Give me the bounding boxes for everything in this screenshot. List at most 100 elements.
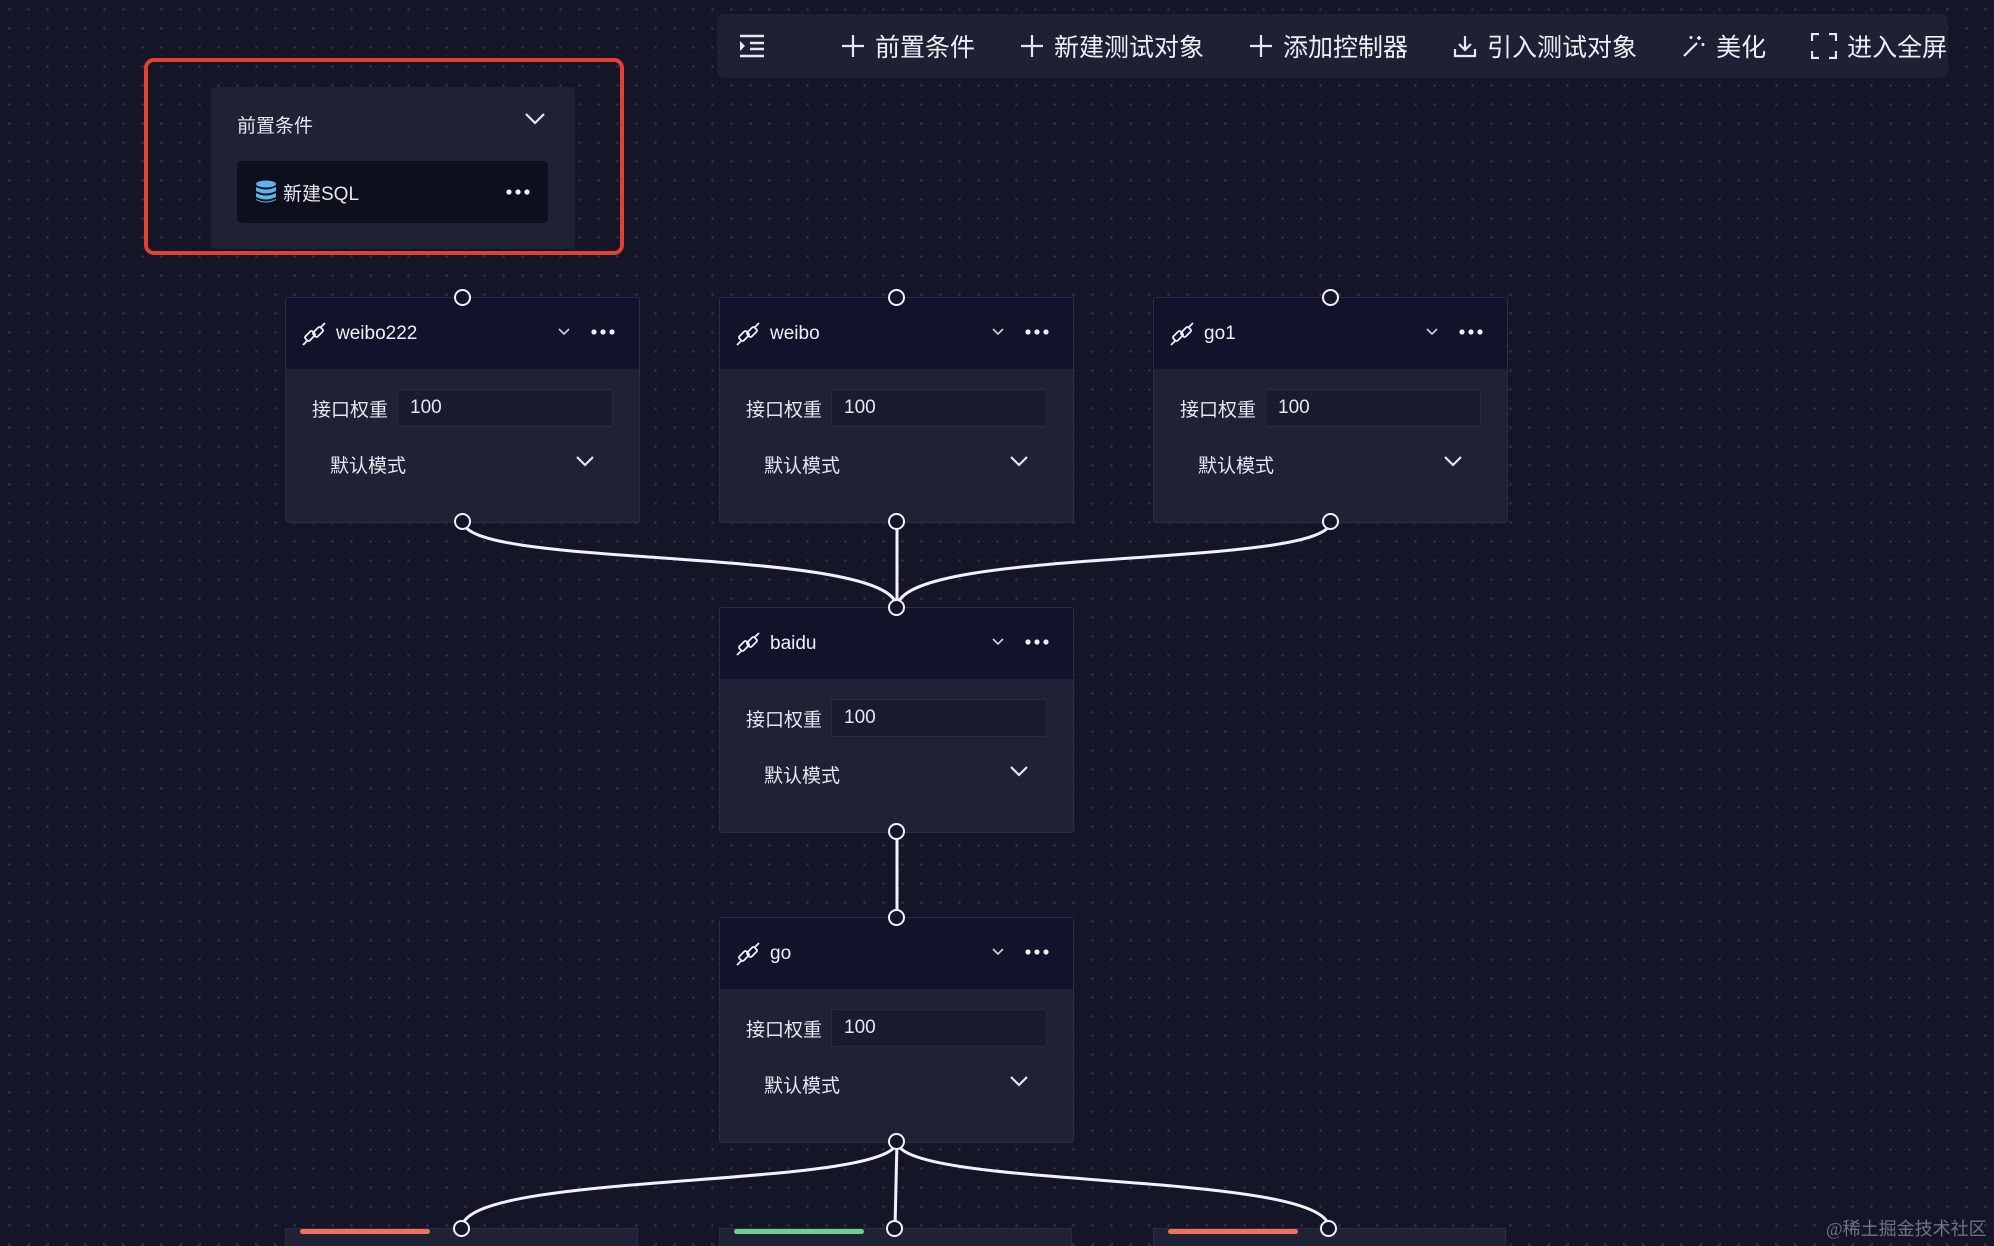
output-port[interactable] (1322, 513, 1339, 530)
more-icon[interactable] (1459, 325, 1483, 339)
output-port[interactable] (888, 513, 905, 530)
chevron-down-icon (1010, 766, 1028, 777)
fullscreen-icon (1811, 33, 1838, 59)
input-port[interactable] (454, 289, 471, 306)
mode-value: 默认模式 (1198, 455, 1275, 477)
fullscreen-label: 进入全屏 (1847, 34, 1948, 62)
flow-canvas[interactable]: 前置条件 新建测试对象 添加控制器 引入测试对象 美化 进入全屏 前置条件 新建… (0, 0, 1994, 1246)
new-test-object-button[interactable]: 新建测试对象 (1020, 26, 1204, 66)
node-header: go1 (1154, 298, 1507, 369)
weight-label: 接口权重 (746, 1020, 823, 1041)
node-go1[interactable]: go1 接口权重 默认模式 (1153, 297, 1508, 523)
plus-icon (1250, 35, 1273, 57)
mode-select[interactable]: 默认模式 (1180, 441, 1481, 487)
database-icon (256, 180, 276, 203)
output-port[interactable] (888, 1133, 905, 1150)
more-icon[interactable] (1025, 945, 1049, 959)
output-port[interactable] (454, 513, 471, 530)
mode-select[interactable]: 默认模式 (746, 441, 1047, 487)
weight-label: 接口权重 (1180, 400, 1257, 421)
node-name: weibo (770, 322, 820, 344)
node-weibo[interactable]: weibo 接口权重 默认模式 (719, 297, 1074, 523)
edge-go-child-left (460, 1140, 899, 1229)
node-name: weibo222 (336, 322, 418, 344)
output-port[interactable] (888, 823, 905, 840)
import-test-object-button[interactable]: 引入测试对象 (1453, 26, 1637, 66)
chevron-down-icon[interactable] (524, 112, 546, 126)
input-port[interactable] (1320, 1220, 1337, 1237)
mode-value: 默认模式 (764, 1075, 841, 1097)
mode-value: 默认模式 (764, 455, 841, 477)
plus-icon (1021, 35, 1044, 57)
node-type-bar (1168, 1229, 1298, 1234)
chevron-down-icon[interactable] (991, 947, 1005, 957)
input-port[interactable] (888, 909, 905, 926)
weight-label: 接口权重 (746, 710, 823, 731)
chevron-down-icon[interactable] (991, 637, 1005, 647)
link-icon (736, 941, 760, 966)
precondition-title: 前置条件 (237, 116, 314, 137)
toolbar: 前置条件 新建测试对象 添加控制器 引入测试对象 美化 进入全屏 (717, 14, 1948, 78)
node-go[interactable]: go 接口权重 默认模式 (719, 917, 1074, 1143)
weight-input[interactable] (831, 1009, 1047, 1047)
weight-label: 接口权重 (746, 400, 823, 421)
node-name: go1 (1204, 322, 1236, 344)
input-port[interactable] (888, 599, 905, 616)
link-icon (736, 321, 760, 346)
mode-value: 默认模式 (330, 455, 407, 477)
add-precondition-label: 前置条件 (875, 34, 976, 62)
mode-value: 默认模式 (764, 765, 841, 787)
chevron-down-icon[interactable] (991, 327, 1005, 337)
node-header: weibo (720, 298, 1073, 369)
node-baidu[interactable]: baidu 接口权重 默认模式 (719, 607, 1074, 833)
mode-select[interactable]: 默认模式 (746, 1061, 1047, 1107)
new-test-object-label: 新建测试对象 (1054, 34, 1205, 62)
mode-select[interactable]: 默认模式 (312, 441, 613, 487)
new-sql-item[interactable]: 新建SQL (237, 161, 548, 223)
precondition-panel: 前置条件 新建SQL (211, 87, 575, 249)
add-controller-button[interactable]: 添加控制器 (1249, 26, 1408, 66)
chevron-down-icon (576, 456, 594, 467)
fullscreen-button[interactable]: 进入全屏 (1811, 26, 1947, 66)
more-icon[interactable] (1025, 635, 1049, 649)
edge-go-child-right (895, 1140, 1331, 1229)
weight-input[interactable] (397, 389, 613, 427)
mode-select[interactable]: 默认模式 (746, 751, 1047, 797)
new-sql-label: 新建SQL (283, 183, 360, 205)
weight-input[interactable] (1265, 389, 1481, 427)
more-icon[interactable] (1025, 325, 1049, 339)
menu-toggle-button[interactable] (739, 26, 789, 66)
input-port[interactable] (453, 1220, 470, 1237)
weight-input[interactable] (831, 389, 1047, 427)
input-port[interactable] (888, 289, 905, 306)
plus-icon (842, 35, 864, 57)
node-header: weibo222 (286, 298, 639, 369)
beautify-label: 美化 (1716, 34, 1767, 62)
chevron-down-icon[interactable] (1425, 327, 1439, 337)
weight-input[interactable] (831, 699, 1047, 737)
edge-go-child-middle (893, 1140, 899, 1229)
chevron-down-icon[interactable] (557, 327, 571, 337)
more-icon[interactable] (506, 179, 530, 205)
node-type-bar (734, 1229, 864, 1234)
input-port[interactable] (886, 1220, 903, 1237)
import-test-object-label: 引入测试对象 (1487, 34, 1638, 62)
node-name: go (770, 942, 792, 964)
link-icon (736, 631, 760, 656)
download-icon (1453, 36, 1477, 58)
weight-label: 接口权重 (312, 400, 389, 421)
input-port[interactable] (1322, 289, 1339, 306)
edge-weibo222-baidu (461, 520, 899, 609)
node-weibo222[interactable]: weibo222 接口权重 默认模式 (285, 297, 640, 523)
node-header: go (720, 918, 1073, 989)
edge-go1-baidu (895, 520, 1333, 609)
magic-wand-icon (1683, 36, 1705, 57)
node-name: baidu (770, 632, 817, 654)
add-precondition-button[interactable]: 前置条件 (841, 26, 975, 66)
chevron-down-icon (1444, 456, 1462, 467)
node-type-bar (300, 1229, 430, 1234)
add-controller-label: 添加控制器 (1283, 34, 1409, 62)
chevron-down-icon (1010, 1076, 1028, 1087)
beautify-button[interactable]: 美化 (1682, 26, 1766, 66)
more-icon[interactable] (591, 325, 615, 339)
